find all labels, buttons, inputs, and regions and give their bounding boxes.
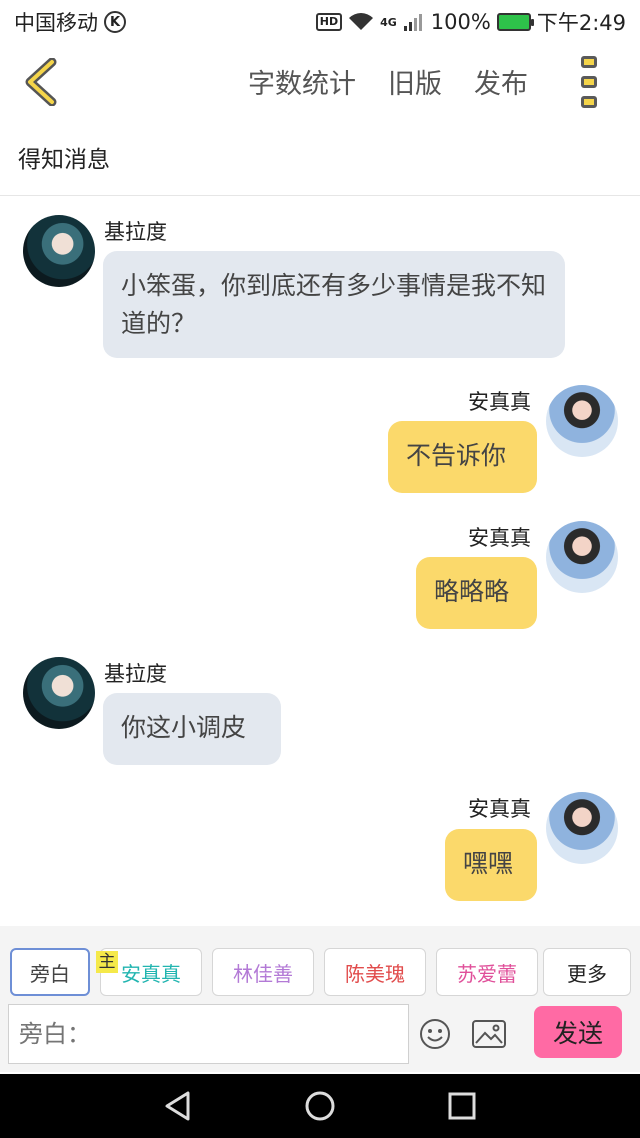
old-version-button[interactable]: 旧版 — [388, 62, 442, 101]
nav-back-icon[interactable] — [160, 1088, 196, 1124]
chapter-title[interactable]: 得知消息 — [18, 140, 110, 174]
avatar-anzhenzhen[interactable] — [546, 792, 618, 864]
signal-icon — [403, 14, 422, 31]
carrier-name: 中国移动 — [14, 11, 98, 35]
avatar-anzhenzhen[interactable] — [546, 385, 618, 457]
more-icon[interactable] — [578, 56, 600, 108]
image-icon[interactable] — [472, 1020, 506, 1048]
status-icons: HD 4G 100% 下午2:49 — [315, 7, 626, 37]
battery-icon — [496, 13, 534, 31]
avatar-kiradu[interactable] — [23, 215, 95, 287]
divider — [0, 195, 640, 196]
battery-percent: 100% — [430, 10, 491, 34]
carrier-badge: K — [104, 11, 126, 33]
sender-name: 基拉度 — [104, 662, 167, 686]
send-button[interactable]: 发送 — [534, 1006, 622, 1058]
message-bubble[interactable]: 小笨蛋，你到底还有多少事情是我不知道的？ — [103, 251, 565, 358]
network-type: 4G — [380, 15, 397, 29]
role-chip-narration[interactable]: 旁白 — [10, 948, 90, 996]
role-chip-linjiashan[interactable]: 林佳善 — [212, 948, 314, 996]
carrier-info: 中国移动 K — [14, 7, 126, 37]
back-icon[interactable] — [22, 58, 62, 106]
emoji-icon[interactable] — [419, 1018, 451, 1050]
role-label: 旁白 — [30, 961, 70, 986]
sender-name: 安真真 — [468, 526, 531, 550]
avatar-kiradu[interactable] — [23, 657, 95, 729]
nav-recents-icon[interactable] — [444, 1088, 480, 1124]
role-label: 更多 — [567, 961, 607, 986]
sender-name: 基拉度 — [104, 220, 167, 244]
status-bar: 中国移动 K HD 4G 100% 下午2:49 — [0, 0, 640, 44]
sender-name: 安真真 — [468, 390, 531, 414]
more-roles-button[interactable]: 更多 — [543, 948, 631, 996]
message-bubble[interactable]: 略略略 — [416, 557, 537, 629]
main-role-badge: 主 — [96, 951, 118, 973]
message-bubble[interactable]: 嘿嘿 — [445, 829, 537, 901]
role-label: 陈美瑰 — [345, 961, 405, 986]
toolbar-menu: 字数统计 旧版 发布 — [248, 62, 528, 101]
publish-button[interactable]: 发布 — [474, 62, 528, 101]
role-label: 安真真 — [121, 961, 181, 986]
clock: 下午2:49 — [536, 11, 626, 35]
sender-name: 安真真 — [468, 797, 531, 821]
wifi-icon — [349, 13, 374, 30]
message-bubble[interactable]: 你这小调皮 — [103, 693, 281, 765]
message-input[interactable] — [8, 1004, 409, 1064]
top-toolbar: 字数统计 旧版 发布 — [0, 44, 640, 120]
nav-home-icon[interactable] — [302, 1088, 338, 1124]
system-nav-bar — [0, 1074, 640, 1138]
message-bubble[interactable]: 不告诉你 — [388, 421, 537, 493]
role-chip-chenmeigui[interactable]: 陈美瑰 — [324, 948, 426, 996]
word-count-button[interactable]: 字数统计 — [248, 62, 356, 101]
hd-icon: HD — [315, 13, 343, 31]
role-label: 林佳善 — [233, 961, 293, 986]
role-chip-suailei[interactable]: 苏爱蕾 — [436, 948, 538, 996]
avatar-anzhenzhen[interactable] — [546, 521, 618, 593]
role-label: 苏爱蕾 — [457, 961, 517, 986]
